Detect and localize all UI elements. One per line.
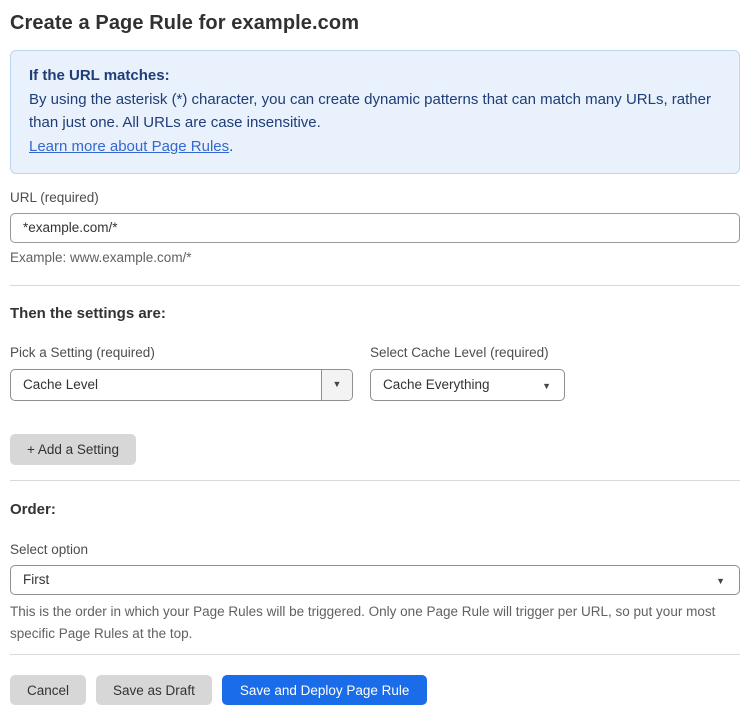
save-and-deploy-button[interactable]: Save and Deploy Page Rule (221, 675, 428, 706)
cache-level-select[interactable]: Cache Everything ▼ (370, 368, 565, 401)
setting-picker-arrow-button[interactable]: ▼ (321, 369, 352, 400)
settings-section-heading: Then the settings are: (10, 304, 166, 322)
divider (10, 479, 740, 481)
order-select-label: Select option (10, 541, 89, 557)
chevron-down-icon: ▼ (542, 381, 551, 392)
chevron-down-icon: ▼ (332, 379, 342, 390)
cancel-button[interactable]: Cancel (10, 675, 87, 706)
setting-picker-value: Cache Level (23, 377, 99, 393)
chevron-down-icon: ▼ (716, 576, 725, 587)
save-as-draft-button[interactable]: Save as Draft (96, 675, 212, 706)
add-setting-button[interactable]: + Add a Setting (10, 433, 136, 465)
setting-picker-label: Pick a Setting (required) (10, 344, 155, 360)
info-box-body-text: By using the asterisk (*) character, you… (29, 90, 711, 132)
cache-level-value: Cache Everything (383, 377, 490, 393)
order-heading: Order: (10, 500, 56, 518)
setting-picker-column: Pick a Setting (required) Cache Level ▼ (10, 345, 353, 401)
order-help-text: This is the order in which your Page Rul… (10, 603, 716, 642)
order-select-value: First (23, 572, 50, 588)
cache-level-column: Select Cache Level (required) Cache Ever… (370, 345, 565, 401)
setting-picker-select[interactable]: Cache Level ▼ (10, 368, 353, 401)
form-actions: Cancel Save as Draft Save and Deploy Pag… (10, 675, 740, 706)
order-section: Order: Select option First ▼ This is the… (10, 501, 740, 646)
settings-row: Pick a Setting (required) Cache Level ▼ … (10, 345, 740, 401)
divider (10, 654, 740, 656)
create-page-rule-form: Create a Page Rule for example.com If th… (0, 0, 750, 717)
url-field-label: URL (required) (10, 189, 99, 205)
learn-more-link[interactable]: Learn more about Page Rules (29, 138, 229, 155)
info-box-body: By using the asterisk (*) character, you… (29, 88, 721, 159)
url-input[interactable] (10, 212, 740, 243)
divider (10, 284, 740, 286)
link-suffix: . (229, 138, 234, 156)
order-select[interactable]: First ▼ (10, 564, 740, 595)
url-match-info-box: If the URL matches: By using the asteris… (10, 50, 740, 174)
url-field-hint: Example: www.example.com/* (10, 249, 192, 265)
cache-level-label: Select Cache Level (required) (370, 344, 549, 360)
info-box-heading: If the URL matches: (29, 67, 170, 84)
page-title: Create a Page Rule for example.com (10, 12, 360, 34)
